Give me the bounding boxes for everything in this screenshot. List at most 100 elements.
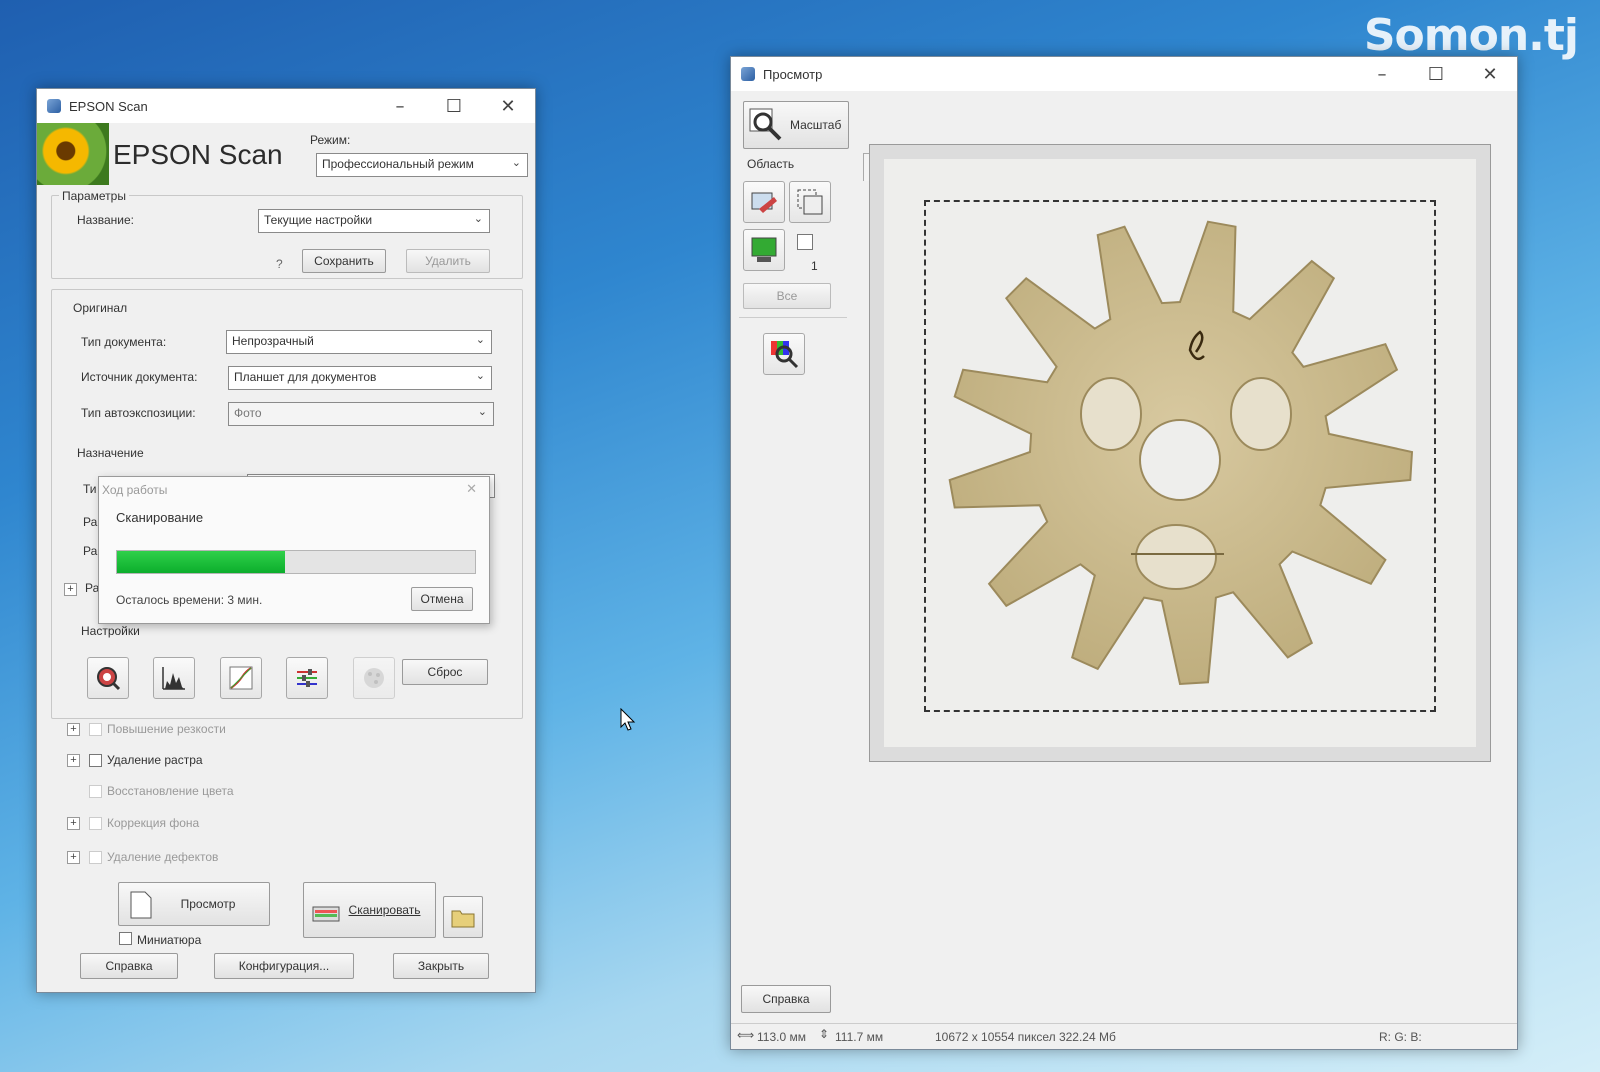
params-group-label: Параметры <box>59 189 129 203</box>
color-palette-icon[interactable] <box>353 657 395 699</box>
preview-button-label: Просмотр <box>180 897 236 911</box>
settings-name-value: Текущие настройки <box>264 213 373 227</box>
expand-icon[interactable]: + <box>67 851 80 864</box>
thumbnail-checkbox[interactable] <box>119 932 132 945</box>
autoexposure-value: Фото <box>234 406 262 420</box>
magnifier-icon <box>749 108 782 141</box>
time-remaining: Осталось времени: 3 мин. <box>116 593 263 607</box>
marquee-icon[interactable] <box>789 181 831 223</box>
autoexposure-select[interactable]: Фото ⌄ <box>228 402 494 426</box>
cancel-button[interactable]: Отмена <box>411 587 473 611</box>
rgb-readout: R: G: B: <box>1379 1030 1422 1044</box>
minimize-icon[interactable]: – <box>373 89 427 123</box>
thumbnail-label: Миниатюра <box>137 933 202 947</box>
auto-exposure-icon[interactable] <box>87 657 129 699</box>
file-save-settings-button[interactable] <box>443 896 483 938</box>
expand-icon[interactable]: + <box>64 583 77 596</box>
scan-pixels-size: 10672 x 10554 пиксел 322.24 Мб <box>935 1030 1116 1044</box>
close-button[interactable]: Закрыть <box>393 953 489 979</box>
select-all-button[interactable]: Все <box>743 283 831 309</box>
epson-logo-text: EPSON Scan <box>113 139 283 170</box>
close-icon[interactable]: ✕ <box>481 89 535 123</box>
preview-image-area[interactable] <box>869 144 1491 762</box>
mode-value: Профессиональный режим <box>322 157 474 171</box>
option-label: Удаление дефектов <box>107 850 219 864</box>
progress-bar-fill <box>117 551 286 573</box>
progress-dialog-title: Ход работы <box>102 483 168 497</box>
option-checkbox[interactable] <box>89 851 102 864</box>
epson-scan-window: EPSON Scan – ☐ ✕ EPSON Scan Режим: Профе… <box>36 88 536 993</box>
selection-marquee[interactable] <box>924 200 1436 712</box>
expand-icon[interactable]: + <box>67 817 80 830</box>
scanner-app-icon <box>741 67 755 81</box>
mode-label: Режим: <box>310 133 351 147</box>
histogram-icon[interactable] <box>153 657 195 699</box>
preview-button[interactable]: Просмотр <box>118 882 270 926</box>
watermark: Somon.tj <box>1363 10 1579 61</box>
height-arrow-icon: ⇕ <box>819 1027 830 1041</box>
expand-icon[interactable]: + <box>67 754 80 767</box>
auto-locate-icon[interactable] <box>743 229 785 271</box>
area-checkbox[interactable] <box>797 234 813 250</box>
window-title: EPSON Scan <box>69 98 148 114</box>
destination-row3: Ра <box>83 544 98 558</box>
zoom-button[interactable]: Масштаб <box>743 101 849 149</box>
doc-source-select[interactable]: Планшет для документов ⌄ <box>228 366 492 390</box>
doc-source-label: Источник документа: <box>81 370 198 384</box>
area-count: 1 <box>811 259 818 273</box>
option-checkbox[interactable] <box>89 817 102 830</box>
preview-titlebar: Просмотр – ☐ ✕ <box>731 57 1517 91</box>
delete-settings-button[interactable]: Удалить <box>406 249 490 273</box>
preview-help-button[interactable]: Справка <box>741 985 831 1013</box>
destination-row2: Ра <box>83 515 98 529</box>
help-glyph[interactable]: ? <box>276 257 283 271</box>
scanned-gear-image <box>948 220 1414 686</box>
chevron-down-icon: ⌄ <box>477 406 487 418</box>
progress-dialog: Ход работы ✕ Сканирование Осталось време… <box>98 476 490 624</box>
scanner-app-icon <box>47 99 61 113</box>
document-icon <box>130 891 152 919</box>
select-area-icon[interactable] <box>743 181 785 223</box>
scan-height: 111.7 мм <box>835 1030 884 1044</box>
status-bar: ⟺ 113.0 мм ⇕ 111.7 мм 10672 x 10554 пикс… <box>731 1023 1517 1049</box>
option-checkbox[interactable] <box>89 723 102 736</box>
preview-window: Просмотр – ☐ ✕ Масштаб Область 1 Все Про… <box>730 56 1518 1050</box>
option-label: Коррекция фона <box>107 816 200 830</box>
chevron-down-icon: ⌄ <box>473 213 483 225</box>
doc-source-value: Планшет для документов <box>234 370 377 384</box>
chevron-down-icon: ⌄ <box>511 157 521 169</box>
expand-icon[interactable]: + <box>67 723 80 736</box>
color-adjust-zoom-icon[interactable] <box>763 333 805 375</box>
option-label: Удаление растра <box>107 753 203 767</box>
save-settings-button[interactable]: Сохранить <box>302 249 386 273</box>
reset-button[interactable]: Сброс <box>402 659 488 685</box>
doc-type-select[interactable]: Непрозрачный ⌄ <box>226 330 492 354</box>
progress-dialog-close-icon[interactable]: ✕ <box>466 481 477 497</box>
option-checkbox[interactable] <box>89 785 102 798</box>
close-icon[interactable]: ✕ <box>1463 57 1517 91</box>
autoexposure-label: Тип автоэкспозиции: <box>81 406 196 420</box>
color-balance-icon[interactable] <box>286 657 328 699</box>
help-button[interactable]: Справка <box>80 953 178 979</box>
adjust-group-label: Настройки <box>81 624 140 638</box>
option-checkbox[interactable] <box>89 754 102 767</box>
scan-width: 113.0 мм <box>757 1030 806 1044</box>
option-label: Восстановление цвета <box>107 784 234 798</box>
scan-button-label: Сканировать <box>348 903 421 917</box>
option-label: Повышение резкости <box>107 722 226 736</box>
settings-name-label: Название: <box>77 213 134 227</box>
doc-type-label: Тип документа: <box>81 335 167 349</box>
chevron-down-icon: ⌄ <box>475 370 485 382</box>
preview-window-title: Просмотр <box>763 66 823 82</box>
original-group-label: Оригинал <box>73 301 128 315</box>
scan-button[interactable]: Сканировать <box>303 882 436 938</box>
maximize-icon[interactable]: ☐ <box>427 89 481 123</box>
settings-name-select[interactable]: Текущие настройки ⌄ <box>258 209 490 233</box>
epson-titlebar: EPSON Scan – ☐ ✕ <box>37 89 535 123</box>
tone-curve-icon[interactable] <box>220 657 262 699</box>
mode-select[interactable]: Профессиональный режим ⌄ <box>316 153 528 177</box>
minimize-icon[interactable]: – <box>1355 57 1409 91</box>
maximize-icon[interactable]: ☐ <box>1409 57 1463 91</box>
zoom-button-label: Масштаб <box>790 118 842 132</box>
configuration-button[interactable]: Конфигурация... <box>214 953 354 979</box>
